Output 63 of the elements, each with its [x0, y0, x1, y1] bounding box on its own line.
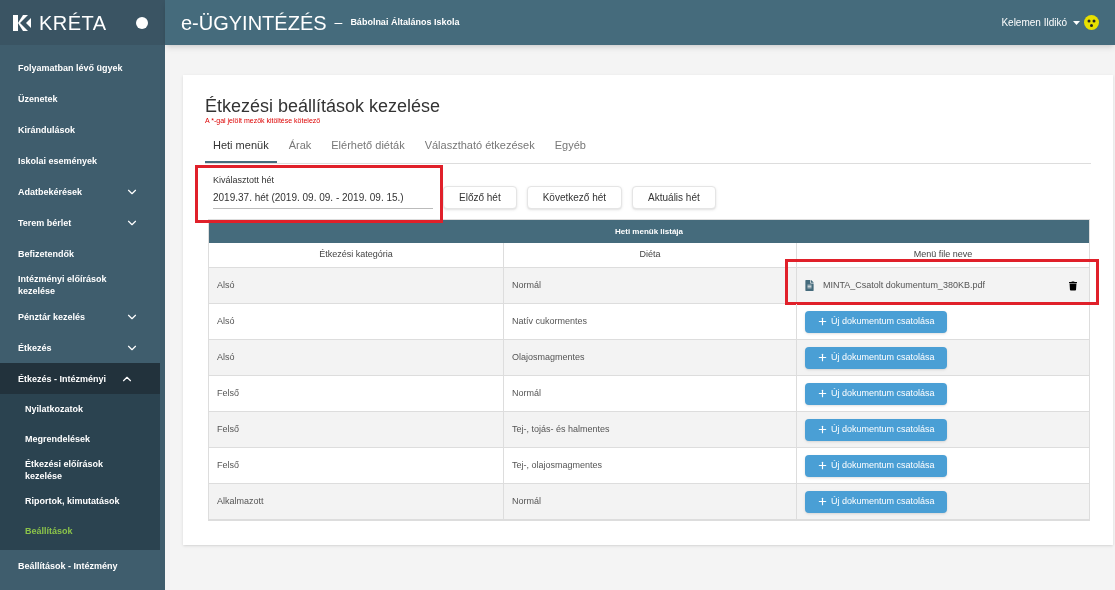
- table-cell: Normál: [503, 376, 796, 411]
- page-title: Étkezési beállítások kezelése: [205, 95, 442, 117]
- logo-icon: [13, 14, 31, 31]
- column-header: Diéta: [503, 243, 796, 267]
- sidebar-item[interactable]: Üzenetek: [0, 83, 165, 114]
- sidebar-item[interactable]: Beállítások: [0, 516, 160, 546]
- table-cell-text: Felső: [216, 458, 240, 472]
- table-cell: Tej-, olajosmagmentes: [503, 448, 796, 483]
- sidebar-item[interactable]: Étkezés: [0, 332, 165, 363]
- caret-down-icon[interactable]: [1073, 20, 1080, 25]
- sidebar-item[interactable]: Megrendelések: [0, 424, 160, 454]
- week-button[interactable]: Következő hét: [526, 186, 623, 209]
- title-separator: –: [334, 13, 343, 32]
- smiley-avatar-icon[interactable]: [1084, 15, 1099, 30]
- table-cell: Olajosmagmentes: [503, 340, 796, 375]
- plus-icon: [817, 424, 828, 435]
- tab[interactable]: Elérhető diéták: [323, 137, 413, 163]
- sidebar-item[interactable]: Iskolai események: [0, 145, 165, 176]
- sidebar-item[interactable]: Beállítások - Intézmény: [0, 550, 165, 581]
- table-cell-text: Alsó: [216, 278, 236, 292]
- school-name: Bábolnai Általános Iskola: [350, 15, 460, 29]
- sidebar-item[interactable]: Folyamatban lévő ügyek: [0, 52, 165, 83]
- table-cell: Normál: [503, 484, 796, 519]
- user-name[interactable]: Kelemen Ildikó: [1001, 15, 1067, 30]
- sidebar-item[interactable]: Étkezési előírások kezelése: [0, 454, 160, 486]
- week-field[interactable]: 2019.37. hét (2019. 09. 09. - 2019. 09. 15.): [213, 187, 433, 209]
- plus-icon: [817, 460, 828, 471]
- tab[interactable]: Heti menük: [205, 137, 277, 163]
- plus-icon: [817, 352, 828, 363]
- sidebar-item[interactable]: Nyilatkozatok: [0, 394, 160, 424]
- sidebar-item[interactable]: Riportok, kimutatások: [0, 486, 160, 516]
- plus-icon: [817, 496, 828, 507]
- table-cell-text: Felső: [216, 386, 240, 400]
- table-cell-text: Felső: [216, 422, 240, 436]
- table-cell-text: Alkalmazott: [216, 494, 265, 508]
- plus-icon: [817, 388, 828, 399]
- sidebar-item[interactable]: Kirándulások: [0, 114, 165, 145]
- tab[interactable]: Árak: [280, 137, 320, 163]
- week-button[interactable]: Aktuális hét: [632, 186, 716, 209]
- file-name[interactable]: MINTA_Csatolt dokumentum_380KB.pdf: [823, 278, 985, 293]
- delete-icon[interactable]: [1069, 280, 1077, 291]
- column-header: Menü file neve: [796, 243, 1089, 267]
- sidebar-item[interactable]: Befizetendők: [0, 238, 165, 269]
- table-title-bar: Heti menük listája: [209, 220, 1089, 243]
- table-cell-text: Alsó: [216, 314, 236, 328]
- sidebar-item[interactable]: Intézményi előírások kezelése: [0, 269, 165, 301]
- table-cell: Normál: [503, 268, 796, 303]
- plus-icon: [817, 316, 828, 327]
- table-cell: Natív cukormentes: [503, 304, 796, 339]
- column-header: Étkezési kategória: [318, 248, 394, 262]
- brand-name: KRÉTA: [39, 10, 107, 36]
- app-title: e-ÜGYINTÉZÉS: [181, 10, 327, 36]
- sidebar-item[interactable]: Adatbekérések: [0, 176, 165, 207]
- week-button[interactable]: Előző hét: [443, 186, 517, 209]
- sidebar-item[interactable]: Terem bérlet: [0, 207, 165, 238]
- table-cell: Tej-, tojás- és halmentes: [503, 412, 796, 447]
- tab[interactable]: Választható étkezések: [416, 137, 543, 163]
- table-cell-text: Alsó: [216, 350, 236, 364]
- week-label: Kiválasztott hét: [213, 173, 276, 187]
- sidebar-item[interactable]: Étkezés - Intézményi: [0, 363, 160, 394]
- sidebar-item[interactable]: Pénztár kezelés: [0, 301, 165, 332]
- file-icon: [805, 280, 814, 291]
- tab[interactable]: Egyéb: [546, 137, 594, 163]
